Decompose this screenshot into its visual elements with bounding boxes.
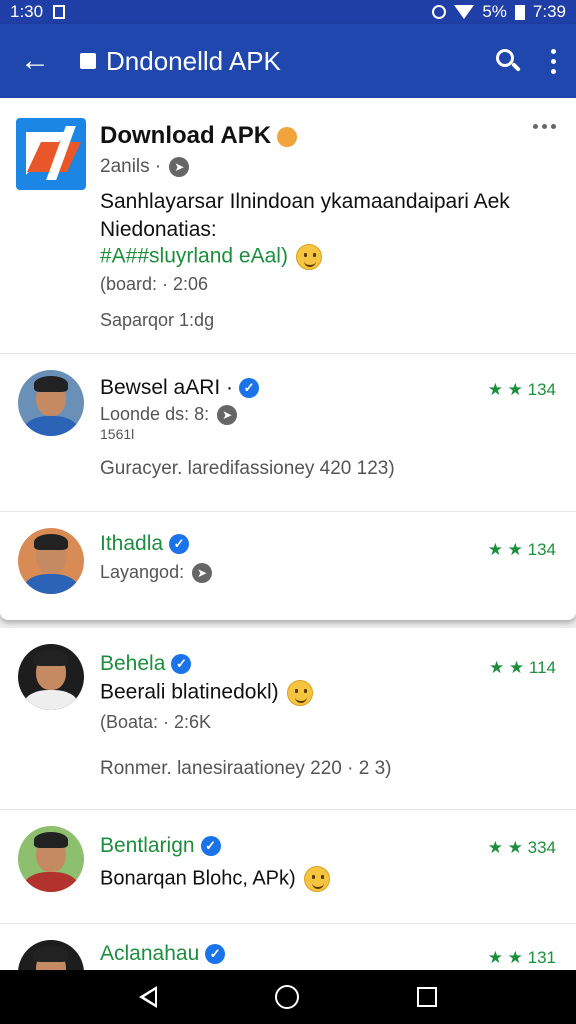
featured-title-line: Download APK: [100, 122, 298, 150]
smile-emoji-icon: [295, 244, 322, 270]
avatar: [18, 528, 84, 594]
list-item[interactable]: Aclanahau ✓ ★ ★ 131: [0, 924, 576, 970]
system-nav-bar: [0, 970, 576, 1024]
alert-icon: [277, 126, 298, 147]
battery-icon: [514, 4, 525, 20]
avatar: [18, 370, 84, 436]
verified-icon: ✓: [205, 944, 226, 965]
back-arrow-icon[interactable]: ←: [0, 44, 70, 78]
list-item[interactable]: Bentlarign ✓ ★ ★ 334 Bonarqan Blohc, APk): [0, 810, 576, 924]
verified-icon: ✓: [200, 836, 221, 857]
battery-percent: 5%: [482, 2, 507, 21]
item-name-line: Bewsel aARI · ✓: [100, 376, 260, 400]
avatar: [18, 644, 84, 710]
status-time: 1:30: [10, 2, 44, 21]
featured-title: Download APK: [100, 122, 272, 149]
smile-emoji-icon: [286, 680, 313, 706]
item-sub: Beerali blatinedokl): [100, 680, 279, 704]
app-bar: ← Dndonelld APK: [0, 24, 576, 98]
item-sub-line: Bonarqan Blohc, APk): [100, 866, 330, 892]
item-name: Ithadla: [100, 532, 164, 555]
item-name-line: Behela ✓: [100, 652, 192, 676]
item-name-line: Ithadla ✓: [100, 532, 190, 556]
app-bar-logo-icon: [80, 53, 96, 69]
nav-back-icon[interactable]: [139, 986, 157, 1008]
wifi-icon: [454, 5, 475, 19]
verified-icon: ✓: [171, 654, 192, 675]
featured-meta-line: 2anils · ➤: [100, 156, 190, 178]
nav-recents-icon[interactable]: [417, 987, 437, 1007]
item-sub2: 1561l: [100, 426, 135, 442]
more-options-icon[interactable]: [551, 48, 556, 74]
item-body: Guracyer. laredifassioney 420 123): [100, 458, 395, 479]
featured-hashtag-line: #A##sluyrland eAal): [100, 244, 322, 270]
share-icon[interactable]: ➤: [217, 405, 238, 426]
status-bar: 1:30 5% 7:39: [0, 0, 576, 24]
list-item[interactable]: Ithadla ✓ ★ ★ 134 Layangod: ➤: [0, 512, 576, 620]
featured-menu-icon[interactable]: [533, 124, 556, 129]
list-item[interactable]: Bewsel aARI · ✓ ★ ★ 134 Loonde ds: 8: ➤ 15…: [0, 354, 576, 512]
featured-card: Download APK 2anils · ➤ Sanhlayarsar Ilni…: [0, 98, 576, 620]
featured-desc-2: Niedonatias:: [100, 218, 217, 241]
avatar: [18, 940, 84, 970]
list-card: Behela ✓ ★ ★ 114 Beerali blatinedokl) (Bo…: [0, 628, 576, 970]
share-icon[interactable]: ➤: [192, 563, 213, 584]
rating-stars: ★ ★ 334: [487, 838, 556, 857]
featured-desc-1: Sanhlayarsar Ilnindoan ykamaandaipari Ae…: [100, 190, 510, 213]
rating-stars: ★ ★ 134: [487, 380, 556, 399]
item-name-line: Aclanahau ✓: [100, 942, 226, 966]
item-sub: Bonarqan Blohc, APk): [100, 867, 296, 890]
item-body: Ronmer. lanesiraationey 220 · 2 3): [100, 758, 392, 779]
share-icon[interactable]: ➤: [169, 156, 190, 177]
item-stat: (Boata: · 2:6K: [100, 712, 212, 732]
notification-icon: [53, 5, 66, 19]
item-sub-line: Layangod: ➤: [100, 562, 213, 584]
featured-meta: 2anils ·: [100, 156, 162, 177]
search-icon[interactable]: [495, 48, 521, 74]
list-item[interactable]: Behela ✓ ★ ★ 114 Beerali blatinedokl) (Bo…: [0, 628, 576, 810]
item-name: Bentlarign: [100, 834, 195, 857]
item-name: Behela: [100, 652, 166, 675]
rating-stars: ★ ★ 131: [487, 948, 556, 967]
verified-icon: ✓: [169, 534, 190, 555]
app-logo: [16, 118, 86, 190]
page-title: Dndonelld APK: [106, 45, 281, 76]
featured-footer: Saparqor 1:dg: [100, 310, 215, 330]
nav-home-icon[interactable]: [275, 985, 299, 1009]
featured-hashtag[interactable]: #A##sluyrland eAal): [100, 245, 288, 268]
smile-emoji-icon: [303, 866, 330, 892]
item-name: Aclanahau: [100, 942, 200, 965]
featured-stat: (board: · 2:06: [100, 274, 209, 294]
item-name-line: Bentlarign ✓: [100, 834, 221, 858]
item-name: Bewsel aARI ·: [100, 376, 234, 399]
item-sub-line: Beerali blatinedokl): [100, 680, 313, 706]
rating-stars: ★ ★ 134: [487, 540, 556, 559]
avatar: [18, 826, 84, 892]
verified-icon: ✓: [239, 378, 260, 399]
item-sub-line: Loonde ds: 8: ➤: [100, 404, 238, 426]
item-sub: Layangod:: [100, 562, 185, 582]
sync-icon: [432, 5, 447, 19]
item-sub: Loonde ds: 8:: [100, 404, 210, 424]
status-clock: 7:39: [532, 2, 566, 21]
featured-app-row[interactable]: Download APK 2anils · ➤ Sanhlayarsar Ilni…: [0, 98, 576, 354]
rating-stars: ★ ★ 114: [488, 658, 556, 677]
